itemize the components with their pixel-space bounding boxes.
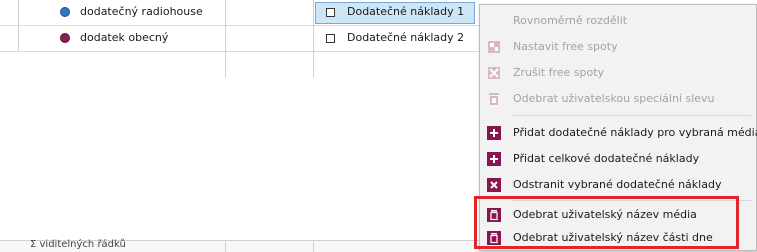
- annotation-highlight-box: [474, 196, 739, 249]
- visible-rows-sum-label: Σ viditelných řádků: [30, 239, 126, 250]
- menu-item-add-costs-for-selected-media[interactable]: Přidat dodatečné náklady pro vybraná méd…: [480, 120, 757, 146]
- menu-item-cancel-free-spots[interactable]: Zrušit free spoty: [480, 60, 757, 86]
- menu-item-label: Přidat dodatečné náklady pro vybraná méd…: [513, 126, 757, 139]
- menu-separator: [511, 115, 751, 116]
- free-spot-cancel-icon: [487, 66, 501, 80]
- column-divider: [225, 241, 226, 252]
- row-header[interactable]: [0, 26, 19, 51]
- menu-item-label: Nastavit free spoty: [513, 40, 618, 53]
- menu-item-remove-special-discount[interactable]: Odebrat uživatelskou speciální slevu: [480, 86, 757, 112]
- menu-item-label: Zrušit free spoty: [513, 66, 605, 79]
- menu-item-add-total-costs[interactable]: Přidat celkové dodatečné náklady: [480, 146, 757, 172]
- plus-icon: [487, 152, 501, 166]
- x-icon: [487, 178, 501, 192]
- media-type-dot-icon: [60, 33, 70, 43]
- cost-checkbox[interactable]: [326, 8, 335, 17]
- media-name-cell: dodatek obecný: [80, 31, 169, 44]
- menu-item-set-free-spots[interactable]: Nastavit free spoty: [480, 34, 757, 60]
- column-divider: [313, 26, 314, 78]
- menu-item-label: Odebrat uživatelskou speciální slevu: [513, 92, 715, 105]
- media-type-dot-icon: [60, 7, 70, 17]
- cost-item-cell: Dodatečné náklady 1: [347, 5, 465, 18]
- media-name-cell: dodatečný radiohouse: [80, 5, 203, 18]
- trash-icon: [487, 92, 501, 106]
- menu-item-label: Přidat celkové dodatečné náklady: [513, 152, 700, 165]
- column-divider: [313, 241, 314, 252]
- row-header[interactable]: [0, 0, 19, 25]
- free-spot-set-icon: [487, 40, 501, 54]
- column-divider: [225, 26, 226, 78]
- cost-checkbox[interactable]: [326, 34, 335, 43]
- plus-icon: [487, 126, 501, 140]
- menu-item-label: Rovnoměrně rozdělit: [513, 14, 628, 27]
- menu-item-remove-selected-costs[interactable]: Odstranit vybrané dodatečné náklady: [480, 172, 757, 198]
- menu-item-label: Odstranit vybrané dodatečné náklady: [513, 178, 722, 191]
- cost-item-cell: Dodatečné náklady 2: [347, 31, 465, 44]
- menu-item-distribute-evenly[interactable]: Rovnoměrně rozdělit: [480, 8, 757, 34]
